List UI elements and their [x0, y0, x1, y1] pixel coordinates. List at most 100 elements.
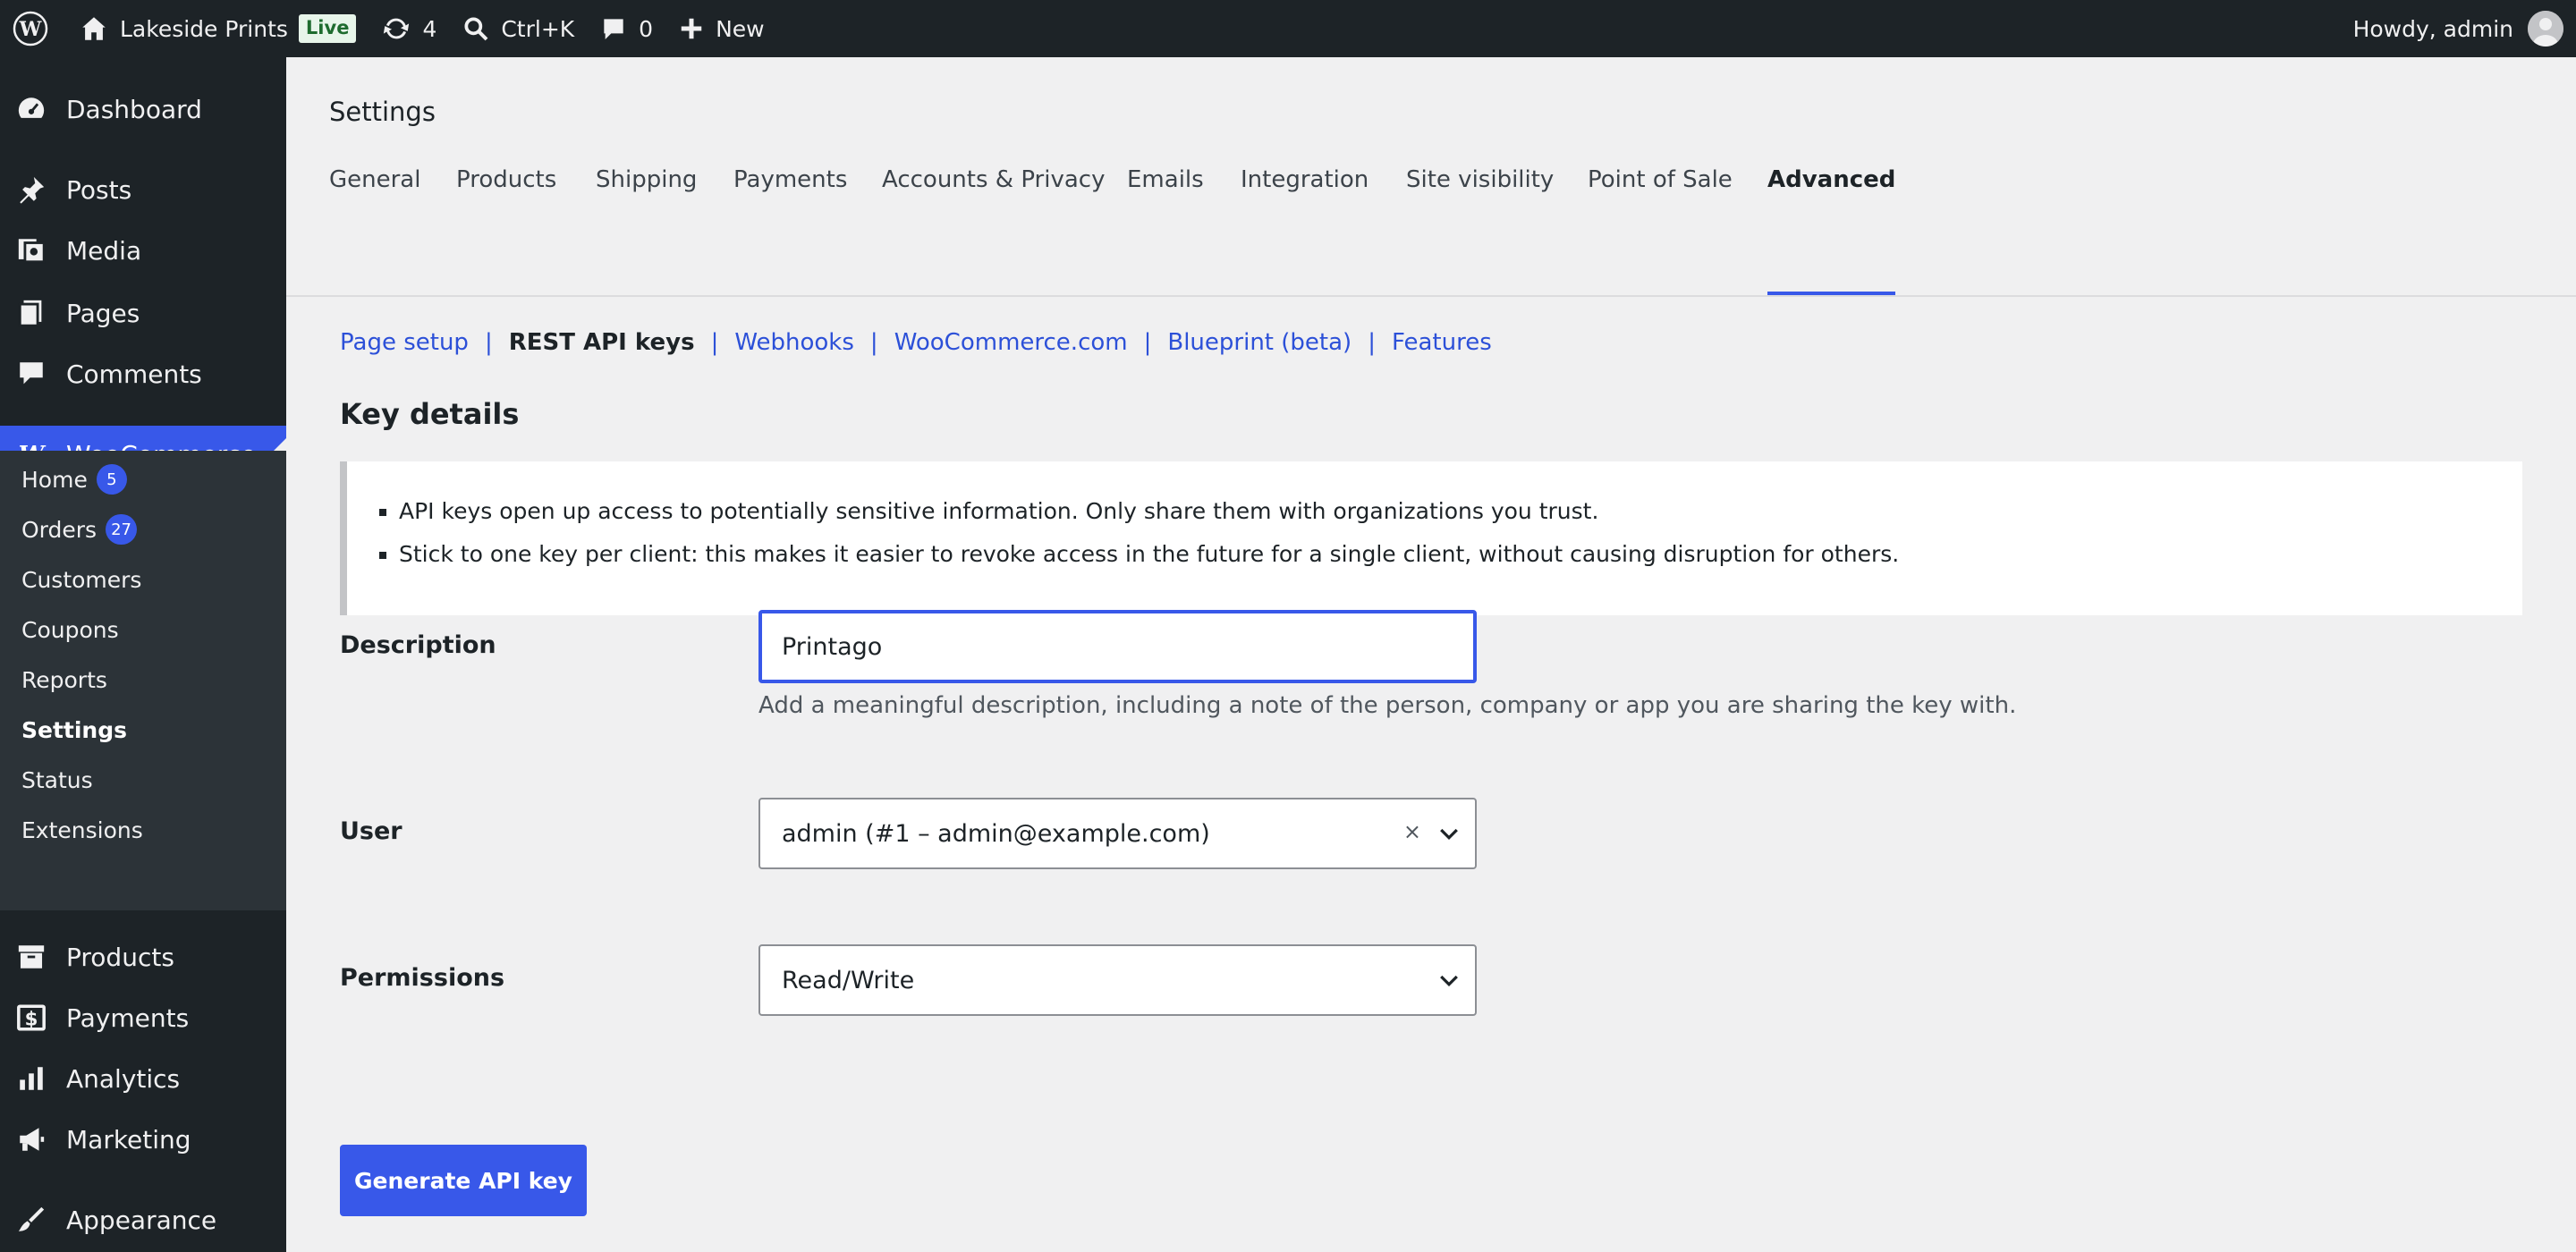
subnav-separator: | [1143, 329, 1152, 356]
command-search[interactable]: Ctrl+K [449, 0, 587, 57]
sidebar-label: Comments [66, 359, 202, 389]
submenu-item-orders[interactable]: Orders 27 [21, 512, 137, 547]
subnav-woocommerce-com[interactable]: WooCommerce.com [894, 329, 1128, 356]
search-shortcut: Ctrl+K [501, 15, 575, 42]
sidebar-label: Media [66, 235, 142, 266]
tab-products[interactable]: Products [456, 123, 556, 236]
svg-text:$: $ [25, 1009, 38, 1031]
orders-count-badge: 27 [106, 514, 137, 545]
sidebar-label: Payments [66, 1002, 190, 1033]
sidebar-item-media[interactable]: Media [0, 222, 286, 279]
submenu-item-settings[interactable]: Settings [21, 712, 127, 748]
admin-sidebar: Dashboard Posts Media Pages Comments W W… [0, 57, 286, 1252]
site-name: Lakeside Prints [120, 15, 288, 42]
updates-count: 4 [422, 15, 437, 42]
tab-integration[interactable]: Integration [1241, 123, 1368, 236]
description-help-text: Add a meaningful description, including … [758, 692, 2017, 719]
sidebar-item-pages[interactable]: Pages [0, 284, 286, 342]
settings-tabs: General Products Shipping Payments Accou… [286, 166, 2576, 297]
submenu-label: Orders [21, 516, 97, 543]
user-avatar-icon [2528, 11, 2563, 47]
tab-point-of-sale[interactable]: Point of Sale [1588, 123, 1733, 236]
home-count-badge: 5 [96, 464, 127, 495]
sidebar-label: Appearance [66, 1205, 217, 1235]
subnav-webhooks[interactable]: Webhooks [734, 329, 854, 356]
sidebar-item-products[interactable]: Products [0, 928, 286, 986]
submenu-item-coupons[interactable]: Coupons [21, 612, 119, 647]
submenu-item-customers[interactable]: Customers [21, 562, 141, 597]
wordpress-logo-icon: W [13, 11, 48, 47]
main-content: Settings General Products Shipping Payme… [286, 57, 2576, 1252]
howdy-text: Howdy, admin [2352, 15, 2513, 42]
paintbrush-icon [16, 1205, 47, 1235]
notice-item: API keys open up access to potentially s… [399, 499, 2522, 524]
pushpin-icon [16, 174, 47, 205]
user-label: User [340, 817, 402, 845]
user-select-value: admin (#1 – admin@example.com) [782, 819, 1210, 848]
user-select[interactable]: admin (#1 – admin@example.com) × [758, 798, 1477, 869]
new-label: New [716, 15, 765, 42]
section-title: Key details [340, 397, 520, 431]
sidebar-label: Pages [66, 298, 140, 328]
site-name-link[interactable]: Lakeside Prints Live [66, 0, 369, 57]
api-key-notice: API keys open up access to potentially s… [340, 461, 2522, 615]
sidebar-label: Products [66, 942, 174, 972]
notice-item: Stick to one key per client: this makes … [399, 542, 2522, 567]
plus-icon [681, 18, 702, 39]
submenu-label: Home [21, 466, 88, 493]
updates-icon [384, 18, 410, 39]
comments-count: 0 [639, 15, 654, 42]
subnav-rest-api-keys[interactable]: REST API keys [509, 329, 695, 356]
generate-api-key-button[interactable]: Generate API key [340, 1145, 587, 1216]
tab-emails[interactable]: Emails [1127, 123, 1204, 236]
pages-icon [16, 298, 47, 328]
submenu-item-status[interactable]: Status [21, 762, 93, 798]
description-label: Description [340, 631, 496, 659]
sidebar-label: Posts [66, 174, 132, 205]
chevron-down-icon [1440, 975, 1458, 987]
submenu-item-reports[interactable]: Reports [21, 662, 107, 698]
clear-selection-icon[interactable]: × [1403, 819, 1421, 844]
wordpress-logo-menu[interactable]: W [0, 0, 66, 57]
description-input[interactable] [758, 610, 1477, 683]
megaphone-icon [16, 1124, 47, 1155]
tab-payments[interactable]: Payments [733, 123, 847, 236]
subnav-blueprint[interactable]: Blueprint (beta) [1167, 329, 1352, 356]
sidebar-item-comments[interactable]: Comments [0, 345, 286, 402]
tab-accounts-privacy[interactable]: Accounts & Privacy [882, 123, 1105, 236]
dashboard-gauge-icon [16, 94, 47, 124]
sidebar-label: Dashboard [66, 94, 202, 124]
updates-link[interactable]: 4 [369, 0, 449, 57]
sidebar-item-appearance[interactable]: Appearance [0, 1191, 286, 1248]
sidebar-item-payments[interactable]: $ Payments [0, 989, 286, 1046]
tab-advanced[interactable]: Advanced [1767, 123, 1896, 295]
chevron-down-icon [1440, 828, 1458, 841]
account-menu[interactable]: Howdy, admin [2353, 11, 2576, 47]
permissions-label: Permissions [340, 964, 505, 992]
subnav-separator: | [1368, 329, 1376, 356]
comment-bubble-icon [604, 19, 623, 39]
tab-site-visibility[interactable]: Site visibility [1406, 123, 1554, 236]
sidebar-item-dashboard[interactable]: Dashboard [0, 80, 286, 138]
dollar-icon: $ [16, 1002, 47, 1033]
comment-bubble-icon [16, 359, 47, 389]
sidebar-item-analytics[interactable]: Analytics [0, 1050, 286, 1107]
subnav-separator: | [484, 329, 493, 356]
tab-shipping[interactable]: Shipping [596, 123, 697, 236]
avatar [2528, 11, 2563, 47]
submenu-item-extensions[interactable]: Extensions [21, 812, 143, 848]
sidebar-item-posts[interactable]: Posts [0, 161, 286, 218]
tab-general[interactable]: General [329, 123, 420, 236]
sidebar-label: Analytics [66, 1063, 181, 1094]
sidebar-item-marketing[interactable]: Marketing [0, 1111, 286, 1168]
live-status-badge: Live [298, 14, 357, 43]
svg-text:W: W [19, 18, 42, 41]
bar-chart-icon [16, 1063, 47, 1094]
subnav-features[interactable]: Features [1392, 329, 1492, 356]
submenu-item-home[interactable]: Home 5 [21, 461, 127, 497]
subnav-page-setup[interactable]: Page setup [340, 329, 469, 356]
new-content-link[interactable]: New [665, 0, 777, 57]
permissions-select[interactable]: Read/Write [758, 944, 1477, 1016]
comments-link[interactable]: 0 [587, 0, 665, 57]
woocommerce-submenu: Home 5 Orders 27 Customers Coupons Repor… [0, 451, 286, 910]
